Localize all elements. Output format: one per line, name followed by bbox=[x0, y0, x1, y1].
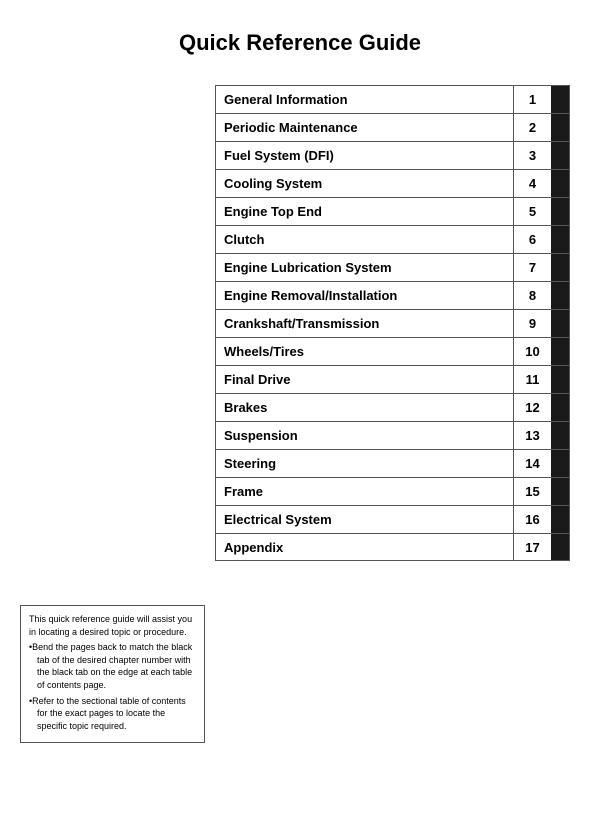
toc-label: Steering bbox=[216, 450, 513, 477]
toc-tab bbox=[551, 394, 569, 421]
toc-number: 3 bbox=[513, 142, 551, 169]
toc-label: Periodic Maintenance bbox=[216, 114, 513, 141]
toc-number: 4 bbox=[513, 170, 551, 197]
toc-row: Brakes12 bbox=[215, 393, 570, 421]
toc-tab bbox=[551, 170, 569, 197]
toc-row: Crankshaft/Transmission9 bbox=[215, 309, 570, 337]
toc-tab bbox=[551, 478, 569, 505]
toc-row: Engine Lubrication System7 bbox=[215, 253, 570, 281]
toc-number: 6 bbox=[513, 226, 551, 253]
note-line1: This quick reference guide will assist y… bbox=[29, 613, 196, 638]
toc-label: Fuel System (DFI) bbox=[216, 142, 513, 169]
toc-number: 16 bbox=[513, 506, 551, 533]
toc-tab bbox=[551, 534, 569, 560]
toc-number: 7 bbox=[513, 254, 551, 281]
toc-label: Engine Top End bbox=[216, 198, 513, 225]
toc-row: Final Drive11 bbox=[215, 365, 570, 393]
toc-number: 14 bbox=[513, 450, 551, 477]
toc-label: Final Drive bbox=[216, 366, 513, 393]
toc-label: General Information bbox=[216, 86, 513, 113]
toc-tab bbox=[551, 198, 569, 225]
toc-number: 12 bbox=[513, 394, 551, 421]
toc-row: Fuel System (DFI)3 bbox=[215, 141, 570, 169]
toc-tab bbox=[551, 282, 569, 309]
toc-tab bbox=[551, 254, 569, 281]
toc-tab bbox=[551, 226, 569, 253]
toc-label: Cooling System bbox=[216, 170, 513, 197]
toc-label: Wheels/Tires bbox=[216, 338, 513, 365]
toc-row: Engine Removal/Installation8 bbox=[215, 281, 570, 309]
toc-number: 10 bbox=[513, 338, 551, 365]
toc-label: Engine Lubrication System bbox=[216, 254, 513, 281]
toc-label: Appendix bbox=[216, 534, 513, 560]
toc-row: Periodic Maintenance2 bbox=[215, 113, 570, 141]
toc-tab bbox=[551, 142, 569, 169]
toc-container: General Information1Periodic Maintenance… bbox=[215, 85, 570, 561]
toc-label: Suspension bbox=[216, 422, 513, 449]
toc-tab bbox=[551, 506, 569, 533]
toc-number: 5 bbox=[513, 198, 551, 225]
toc-tab bbox=[551, 366, 569, 393]
toc-row: Electrical System16 bbox=[215, 505, 570, 533]
toc-row: Suspension13 bbox=[215, 421, 570, 449]
toc-number: 9 bbox=[513, 310, 551, 337]
toc-number: 15 bbox=[513, 478, 551, 505]
toc-row: Appendix17 bbox=[215, 533, 570, 561]
toc-row: Engine Top End5 bbox=[215, 197, 570, 225]
toc-number: 8 bbox=[513, 282, 551, 309]
toc-row: Wheels/Tires10 bbox=[215, 337, 570, 365]
toc-label: Clutch bbox=[216, 226, 513, 253]
toc-label: Frame bbox=[216, 478, 513, 505]
note-box: This quick reference guide will assist y… bbox=[20, 605, 205, 743]
toc-row: General Information1 bbox=[215, 85, 570, 113]
page: Quick Reference Guide General Informatio… bbox=[0, 0, 600, 818]
page-title: Quick Reference Guide bbox=[20, 30, 580, 56]
toc-tab bbox=[551, 86, 569, 113]
toc-number: 13 bbox=[513, 422, 551, 449]
toc-label: Engine Removal/Installation bbox=[216, 282, 513, 309]
toc-label: Crankshaft/Transmission bbox=[216, 310, 513, 337]
toc-tab bbox=[551, 114, 569, 141]
toc-label: Brakes bbox=[216, 394, 513, 421]
note-bullet1: •Bend the pages back to match the black … bbox=[29, 641, 196, 691]
toc-number: 2 bbox=[513, 114, 551, 141]
toc-number: 11 bbox=[513, 366, 551, 393]
note-bullet2: •Refer to the sectional table of content… bbox=[29, 695, 196, 733]
toc-label: Electrical System bbox=[216, 506, 513, 533]
toc-row: Steering14 bbox=[215, 449, 570, 477]
toc-row: Frame15 bbox=[215, 477, 570, 505]
toc-tab bbox=[551, 338, 569, 365]
toc-row: Clutch6 bbox=[215, 225, 570, 253]
toc-number: 1 bbox=[513, 86, 551, 113]
toc-tab bbox=[551, 422, 569, 449]
toc-number: 17 bbox=[513, 534, 551, 560]
toc-row: Cooling System4 bbox=[215, 169, 570, 197]
toc-tab bbox=[551, 450, 569, 477]
toc-tab bbox=[551, 310, 569, 337]
